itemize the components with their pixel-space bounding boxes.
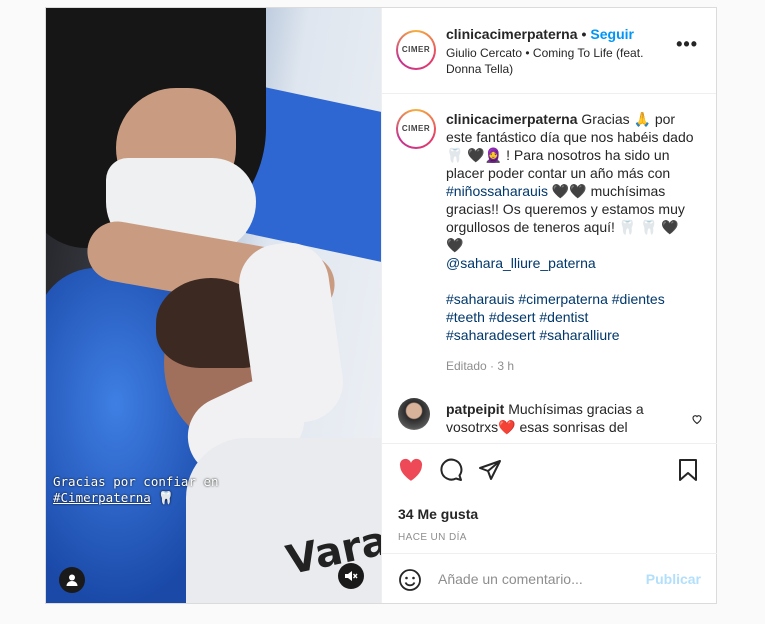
share-icon[interactable] (478, 458, 502, 482)
comment-icon[interactable] (439, 458, 463, 482)
hashtags-line[interactable]: #saharauis #cimerpaterna #dientes (446, 291, 665, 307)
publish-button[interactable]: Publicar (646, 571, 701, 587)
add-comment-bar: Añade un comentario... Publicar (382, 553, 717, 604)
caption-username[interactable]: clinicacimerpaterna (446, 111, 578, 127)
audio-track[interactable]: Giulio Cercato • Coming To Life (feat. D… (446, 45, 676, 77)
more-options-icon[interactable]: ••• (676, 34, 698, 55)
heart-icon[interactable] (398, 458, 424, 482)
post-date: HACE UN DÍA (398, 532, 467, 543)
post-caption: clinicacimerpaterna Gracias 🙏 por este f… (446, 111, 694, 343)
post-header: CIMER clinicacimerpaterna • Seguir Giulio … (382, 8, 716, 94)
comments-section: CIMER clinicacimerpaterna Gracias 🙏 por … (382, 95, 717, 443)
muted-speaker-icon (345, 571, 358, 581)
bookmark-icon[interactable] (678, 458, 698, 482)
follow-button[interactable]: Seguir (590, 26, 634, 42)
hashtags-line[interactable]: #teeth #desert #dentist (446, 309, 588, 325)
username-link[interactable]: clinicacimerpaterna (446, 26, 578, 42)
post-sidebar: CIMER clinicacimerpaterna • Seguir Giulio … (381, 8, 717, 603)
comment: patpeipit Muchísimas gracias a vosotrxs❤… (446, 401, 644, 435)
edited-timestamp: Editado · 3 h (446, 359, 515, 373)
hashtag-link[interactable]: #niñossaharauis (446, 183, 548, 199)
like-comment-icon[interactable] (691, 413, 703, 425)
mention-link[interactable]: @sahara_lliure_paterna (446, 255, 596, 271)
emoji-icon[interactable] (398, 568, 422, 592)
instagram-post: Vara Gracias por confiar en #Cimerpatern… (45, 7, 717, 604)
avatar[interactable]: CIMER (396, 30, 436, 70)
commenter-username[interactable]: patpeipit (446, 401, 504, 417)
comment-input[interactable]: Añade un comentario... (438, 571, 583, 587)
video-caption-hashtag[interactable]: #Cimerpaterna (53, 490, 151, 505)
post-video[interactable]: Vara Gracias por confiar en #Cimerpatern… (46, 8, 381, 603)
user-icon (66, 574, 78, 586)
likes-count[interactable]: 34 Me gusta (398, 506, 478, 522)
tagged-user-button[interactable] (59, 567, 85, 593)
mute-button[interactable] (338, 563, 364, 589)
caption-avatar[interactable]: CIMER (396, 109, 436, 149)
post-actions: 34 Me gusta HACE UN DÍA Añade un comenta… (382, 443, 717, 603)
commenter-avatar[interactable] (398, 398, 430, 430)
hashtags-line[interactable]: #saharadesert #saharalliure (446, 327, 620, 343)
video-caption: Gracias por confiar en #Cimerpaterna 🦷 (53, 474, 219, 505)
